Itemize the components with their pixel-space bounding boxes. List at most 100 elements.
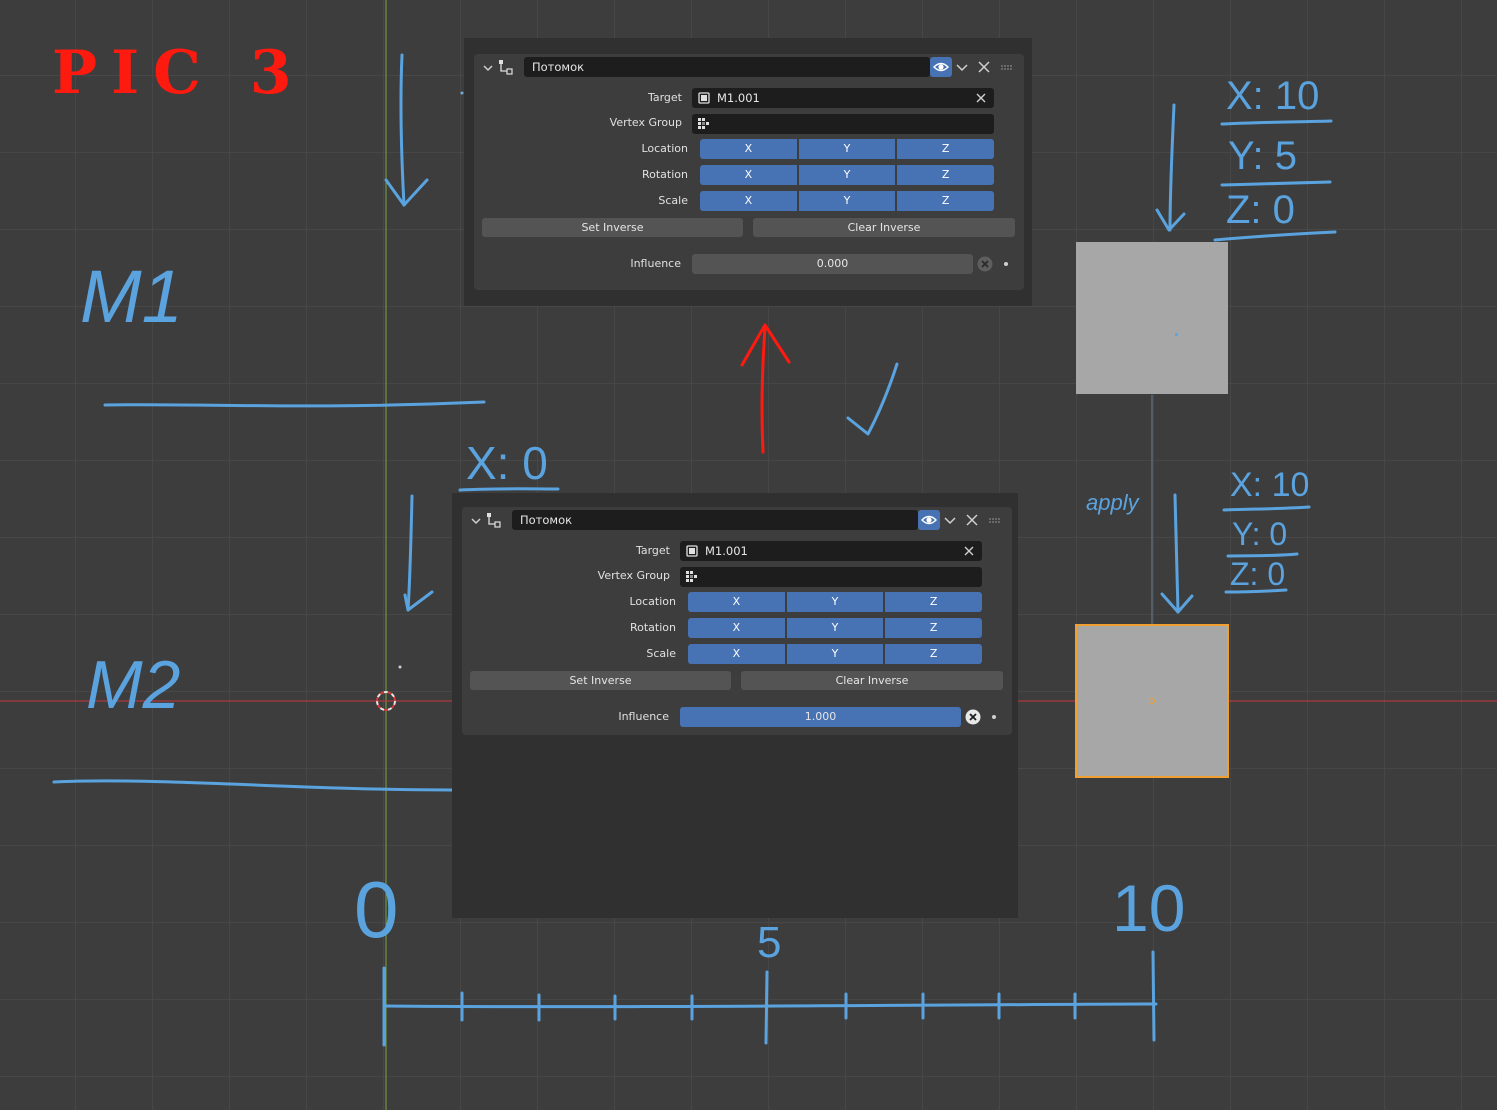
- location-toggles: X Y Z: [688, 592, 983, 612]
- close-icon: [978, 61, 990, 73]
- rotation-x-toggle[interactable]: X: [688, 618, 785, 638]
- rotation-toggles: X Y Z: [688, 618, 983, 638]
- target-label: Target: [635, 544, 670, 557]
- label-x0: X: 0: [466, 437, 548, 489]
- location-x-toggle[interactable]: X: [700, 139, 797, 159]
- keyframe-dot[interactable]: [992, 715, 996, 719]
- influence-label: Influence: [630, 257, 681, 270]
- label-bottom-y: Y: 0: [1232, 516, 1288, 552]
- label-bottom-z: Z: 0: [1230, 556, 1286, 592]
- target-label: Target: [647, 91, 682, 104]
- location-label: Location: [641, 142, 688, 155]
- eye-icon: [933, 62, 949, 72]
- delete-constraint-button[interactable]: [964, 510, 980, 530]
- scale-y-toggle[interactable]: Y: [798, 191, 896, 211]
- pic-title: PIC 3: [52, 38, 306, 108]
- target-field[interactable]: M1.001: [692, 88, 994, 108]
- clear-inverse-button[interactable]: Clear Inverse: [753, 218, 1015, 237]
- cube-m2-selected[interactable]: [1075, 624, 1229, 778]
- vertex-group-field[interactable]: [680, 567, 982, 587]
- constraint-menu-button[interactable]: [954, 57, 970, 77]
- location-label: Location: [629, 595, 676, 608]
- vertex-group-field[interactable]: [692, 114, 994, 134]
- scale-z-toggle[interactable]: Z: [885, 644, 983, 664]
- location-y-toggle[interactable]: Y: [798, 139, 896, 159]
- clear-icon[interactable]: [962, 544, 976, 558]
- influence-value: 0.000: [816, 257, 849, 270]
- location-x-toggle[interactable]: X: [688, 592, 785, 612]
- location-y-toggle[interactable]: Y: [786, 592, 884, 612]
- label-top-y: Y: 5: [1228, 134, 1297, 178]
- disable-keep-transform-button[interactable]: [976, 255, 994, 273]
- constraint-menu-button[interactable]: [942, 510, 958, 530]
- constraint-child-of-icon: [487, 513, 501, 528]
- eye-icon: [921, 515, 937, 525]
- keyframe-dot[interactable]: [1004, 262, 1008, 266]
- drag-handle[interactable]: [1000, 57, 1016, 77]
- scale-x-toggle[interactable]: X: [688, 644, 785, 664]
- label-m1: M1: [80, 255, 183, 338]
- scale-toggles: X Y Z: [688, 644, 983, 664]
- visibility-toggle[interactable]: [918, 510, 940, 530]
- chevron-down-icon[interactable]: [470, 515, 482, 527]
- rotation-z-toggle[interactable]: Z: [885, 618, 983, 638]
- vertex-group-label: Vertex Group: [597, 569, 670, 582]
- scale-x-toggle[interactable]: X: [700, 191, 797, 211]
- rotation-y-toggle[interactable]: Y: [786, 618, 884, 638]
- scale-toggles: X Y Z: [700, 191, 995, 211]
- grip-icon: [989, 518, 1000, 523]
- origin-dot: [1149, 698, 1155, 704]
- cube-m1[interactable]: [1076, 242, 1228, 394]
- target-value: M1.001: [705, 544, 748, 558]
- chevron-down-icon: [956, 64, 968, 72]
- location-z-toggle[interactable]: Z: [897, 139, 995, 159]
- location-z-toggle[interactable]: Z: [885, 592, 983, 612]
- arrow-m1-down: [399, 53, 406, 207]
- ruler-line: [383, 1002, 1158, 1009]
- influence-value: 1.000: [804, 710, 837, 723]
- rotation-z-toggle[interactable]: Z: [897, 165, 995, 185]
- visibility-toggle[interactable]: [930, 57, 952, 77]
- origin-dot: [1175, 333, 1178, 336]
- disable-keep-transform-button[interactable]: [964, 708, 982, 726]
- vertex-group-icon: [686, 571, 697, 582]
- scale-z-toggle[interactable]: Z: [897, 191, 995, 211]
- delete-constraint-button[interactable]: [976, 57, 992, 77]
- axis-label-5: 5: [757, 918, 782, 967]
- close-icon: [966, 514, 978, 526]
- clear-inverse-button[interactable]: Clear Inverse: [741, 671, 1003, 690]
- chevron-down-icon: [944, 517, 956, 525]
- label-m2: M2: [86, 647, 181, 723]
- influence-label: Influence: [618, 710, 669, 723]
- constraint-child-of-icon: [499, 60, 513, 75]
- check-mark: [846, 362, 899, 436]
- label-top-x: X: 10: [1226, 74, 1320, 118]
- object-icon: [698, 92, 710, 104]
- set-inverse-button[interactable]: Set Inverse: [482, 218, 743, 237]
- vertex-group-icon: [698, 118, 709, 129]
- chevron-down-icon[interactable]: [482, 62, 494, 74]
- vertex-group-label: Vertex Group: [609, 116, 682, 129]
- label-top-z: Z: 0: [1226, 188, 1295, 232]
- label-bottom-x: X: 10: [1230, 466, 1310, 504]
- rotation-label: Rotation: [629, 621, 676, 634]
- rotation-x-toggle[interactable]: X: [700, 165, 797, 185]
- object-icon: [686, 545, 698, 557]
- location-toggles: X Y Z: [700, 139, 995, 159]
- target-value: M1.001: [717, 91, 760, 105]
- scale-label: Scale: [658, 194, 688, 207]
- axis-label-10: 10: [1112, 871, 1186, 945]
- rotation-y-toggle[interactable]: Y: [798, 165, 896, 185]
- rotation-label: Rotation: [641, 168, 688, 181]
- constraint-name-field[interactable]: Потомок: [512, 510, 918, 530]
- constraint-name-field[interactable]: Потомок: [524, 57, 930, 77]
- rotation-toggles: X Y Z: [700, 165, 995, 185]
- scale-label: Scale: [646, 647, 676, 660]
- influence-slider[interactable]: 0.000: [692, 254, 973, 274]
- scale-y-toggle[interactable]: Y: [786, 644, 884, 664]
- set-inverse-button[interactable]: Set Inverse: [470, 671, 731, 690]
- influence-slider[interactable]: 1.000: [680, 707, 961, 727]
- target-field[interactable]: M1.001: [680, 541, 982, 561]
- clear-icon[interactable]: [974, 91, 988, 105]
- drag-handle[interactable]: [988, 510, 1004, 530]
